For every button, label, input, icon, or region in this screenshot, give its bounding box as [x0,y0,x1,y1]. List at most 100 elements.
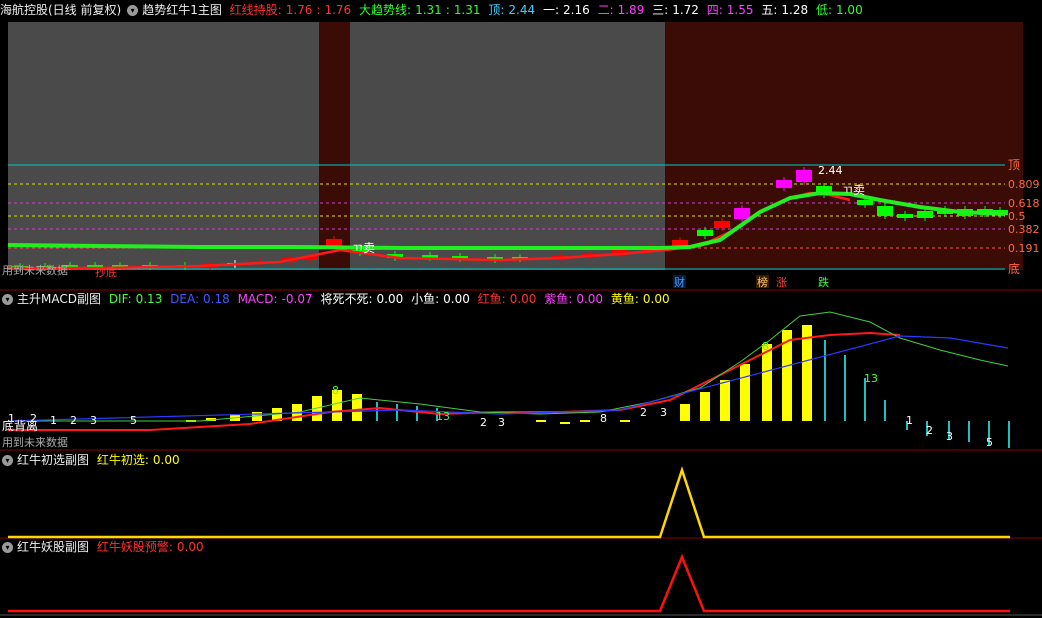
macd-title[interactable]: 主升MACD副图 [17,292,101,306]
chuxuan-line [8,465,1010,539]
indicator-title[interactable]: 趋势红牛1主图 [142,3,222,17]
macd-bar-yellow [700,392,710,421]
big-trend-v2: 1.31 [453,3,481,17]
macd-number: 5 [986,436,993,449]
candle [734,208,750,219]
macd-bar-cyan [884,400,886,421]
l1-value: 2.16 [563,3,590,17]
macd-number-green: 8 [332,384,339,397]
dea-label: DEA: [170,292,200,306]
macd-label: MACD: [237,292,278,306]
l4-label: 四: [706,3,723,17]
candle [714,221,730,228]
hong-value: 0.00 [509,292,537,306]
macd-bar-yellow [536,420,546,422]
chevron-down-icon[interactable]: ▾ [2,542,13,553]
l5-value: 1.28 [781,3,809,17]
macd-bar-yellow [762,344,772,421]
red-line-v2: 1.76 [324,3,352,17]
l4-value: 1.55 [726,3,754,17]
chuxuan-title[interactable]: 红牛初选副图 [17,453,89,467]
chevron-down-icon[interactable]: ▾ [2,294,13,305]
yao-value: 0.00 [176,540,204,554]
macd-bar-cyan [824,340,826,421]
macd-number: 3 [498,416,505,429]
huang-value: 0.00 [642,292,670,306]
macd-number-green: 13 [436,410,450,423]
yao-line [8,553,1010,613]
macd-number: 2 [70,414,77,427]
macd-bars-group [186,325,1010,448]
hong-label: 红鱼: [477,292,506,306]
big-trend-label: 大趋势线: [359,3,412,17]
stock-title[interactable]: 海航控股(日线 前复权) [0,3,121,17]
low-label: 低: [815,3,832,17]
top-value: 2.44 [508,3,536,17]
l3-value: 1.72 [672,3,699,17]
candle [326,239,342,246]
l5-label: 五: [761,3,778,17]
colon-1: : [316,3,321,17]
candle [897,214,913,218]
zhang-tag: 涨 [776,276,787,289]
chevron-down-icon[interactable]: ▾ [2,455,13,466]
jiang-label: 将死不死: [320,292,373,306]
macd-bar-yellow [680,404,690,421]
label-0191: 0.191 [1008,242,1040,255]
label-0809: 0.809 [1008,178,1040,191]
fast-sell-2: ㄲ卖 [842,183,865,197]
macd-number: 3 [90,414,97,427]
big-trend-v1: 1.31 [415,3,442,17]
chart-canvas: 顶 0.809 0.618 0.5 0.382 0.191 底 2.44 ㄲ卖 … [0,20,1042,616]
candle [857,200,873,205]
macd-number: 2 [640,406,647,419]
red-line-label: 红线持股: [229,3,282,17]
red-zone-2 [665,22,1023,270]
xiao-value: 0.00 [443,292,470,306]
label-0382: 0.382 [1008,223,1040,236]
macd-bar-cyan [416,406,418,421]
macd-number: 5 [130,414,137,427]
dif-value: 0.13 [135,292,163,306]
macd-bar-yellow [620,420,630,422]
yao-title[interactable]: 红牛妖股副图 [17,540,89,554]
macd-number: 3 [946,430,953,443]
l2-label: 二: [597,3,614,17]
bang-tag: 榜 [757,275,768,289]
main-header: 海航控股(日线 前复权) ▾ 趋势红牛1主图 红线持股: 1.76:1.76 大趋势线… [0,0,1042,20]
candle [877,206,893,216]
label-bottom: 底 [1008,261,1020,276]
l1-label: 一: [542,3,560,17]
macd-bar-cyan-down [968,421,970,442]
candle [672,240,688,246]
macd-bar-cyan [396,404,398,421]
candle [796,170,812,182]
yao-label: 红牛妖股预警: [96,540,173,554]
dif-label: DIF: [108,292,132,306]
red-zone-1 [319,22,350,270]
chaodi-label: 抄底 [95,265,117,279]
macd-bar-cyan [844,355,846,421]
fast-sell-1: ㄲ卖 [352,241,375,255]
dea-blue-line [7,335,1009,422]
l2-value: 1.89 [617,3,645,17]
bottom-divergence: 底背离 [2,418,38,433]
macd-number-green: 13 [864,372,878,385]
macd-value: -0.07 [281,292,313,306]
macd-number: 3 [660,406,667,419]
cai-tag: 财 [674,275,685,289]
red-line-v1: 1.76 [285,3,313,17]
dea-value: 0.18 [203,292,230,306]
zi-value: 0.00 [576,292,604,306]
die-tag: 跌 [818,275,829,289]
macd-bar-cyan [376,402,378,421]
chevron-down-icon[interactable]: ▾ [127,5,139,16]
chuxuan-label: 红牛初选: [96,453,149,467]
future-data-macd: 用到未来数据 [2,435,68,449]
chuxuan-header: ▾ 红牛初选副图 红牛初选: 0.00 [0,450,1042,470]
zi-label: 紫鱼: [544,292,573,306]
huang-label: 黄鱼: [610,292,639,306]
yao-header: ▾ 红牛妖股副图 红牛妖股预警: 0.00 [0,537,1042,557]
candle [776,180,792,188]
candle [917,211,933,218]
